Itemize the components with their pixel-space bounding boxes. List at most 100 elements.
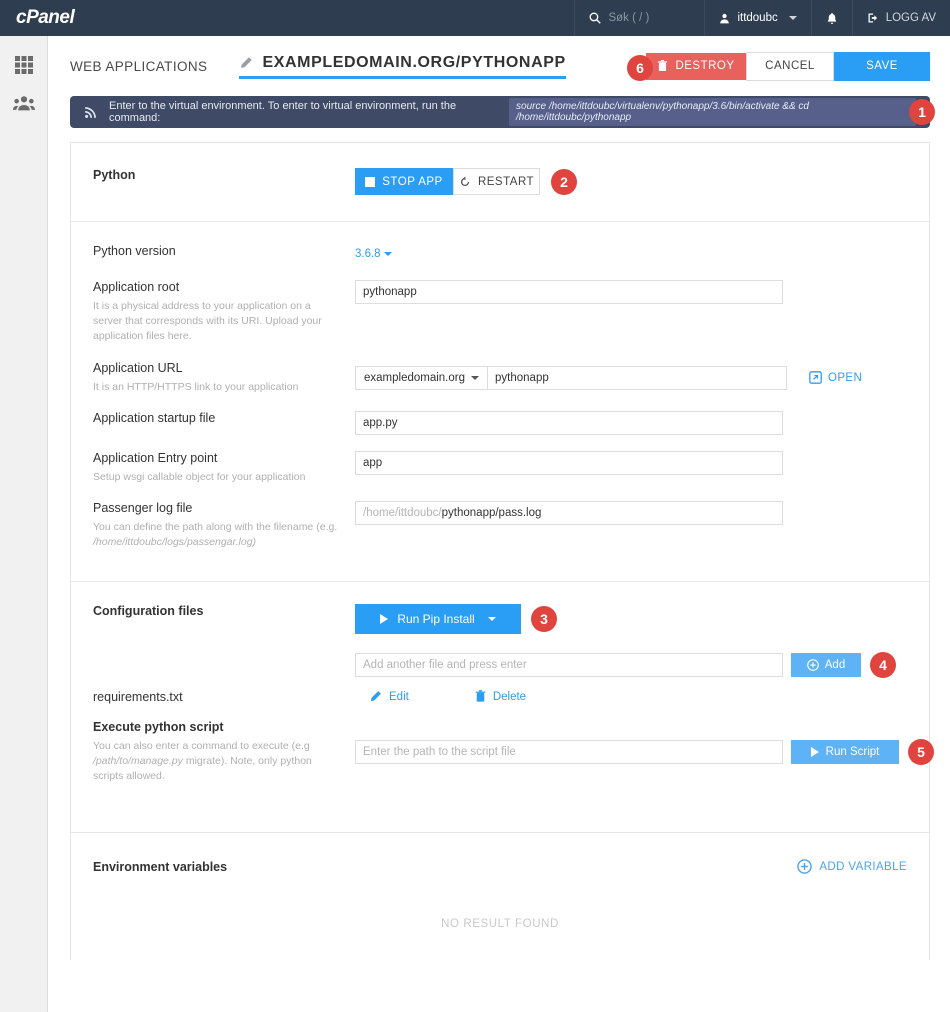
app-fields-section: Python version 3.6.8 Application root It… (71, 222, 929, 582)
add-file-label: Add (825, 659, 845, 671)
startup-file-input[interactable]: app.py (355, 411, 783, 435)
open-app-link[interactable]: OPEN (809, 371, 862, 384)
pencil-icon (369, 690, 382, 703)
passenger-log-hint-a: You can define the path along with the f… (93, 521, 337, 533)
app-url-field: exampledomain.org pythonapp OPEN (355, 361, 907, 395)
settings-panel: Python STOP APP RESTART 2 (70, 142, 930, 960)
user-menu[interactable]: ittdoubc (704, 0, 810, 36)
sidebar-item-users[interactable] (0, 84, 48, 122)
trash-icon (475, 690, 486, 703)
entry-point-field: app (355, 451, 907, 485)
execute-script-hint: You can also enter a command to execute … (93, 739, 341, 785)
trash-icon (657, 60, 668, 72)
file-actions: Edit Delete (355, 690, 907, 704)
passenger-log-prefix: /home/ittdoubc/ (363, 507, 442, 519)
execute-script-row: Execute python script You can also enter… (93, 720, 907, 785)
edit-file-button[interactable]: Edit (369, 690, 409, 703)
passenger-log-value: pythonapp/pass.log (442, 507, 542, 519)
sidebar-item-apps[interactable] (0, 46, 48, 84)
delete-file-button[interactable]: Delete (475, 690, 526, 703)
notice-command[interactable]: source /home/ittdoubc/virtualenv/pythona… (509, 98, 916, 126)
app-url-domain-select[interactable]: exampledomain.org (355, 366, 487, 390)
users-icon (13, 94, 35, 112)
add-file-group: Add another file and press enter Add 4 (355, 652, 907, 678)
requirements-file-name: requirements.txt (93, 690, 341, 704)
python-version-field: 3.6.8 (355, 244, 907, 262)
search-placeholder: Søk ( / ) (608, 12, 649, 24)
stop-square-icon (365, 177, 375, 187)
edit-label: Edit (389, 691, 409, 703)
search-box[interactable]: Søk ( / ) (574, 0, 704, 36)
app-url-path-input[interactable]: pythonapp (487, 366, 787, 390)
app-root-hint: It is a physical address to your applica… (93, 299, 341, 345)
logout-icon (867, 12, 879, 24)
startup-file-value: app.py (363, 417, 398, 429)
add-variable-label: ADD VARIABLE (819, 861, 907, 873)
left-sidebar (0, 36, 48, 1012)
page-title-group: EXAMPLEDOMAIN.ORG/PYTHONAPP (239, 54, 565, 79)
restart-button[interactable]: RESTART (453, 168, 540, 195)
startup-file-field: app.py (355, 411, 907, 435)
badge-5: 5 (908, 739, 934, 765)
environment-variables-section: Environment variables ADD VARIABLE NO RE… (71, 833, 929, 960)
config-files-row: Configuration files Run Pip Install 3 (93, 604, 907, 634)
destroy-button[interactable]: DESTROY (646, 53, 746, 80)
logout-button[interactable]: LOGG AV (852, 0, 950, 36)
add-file-button[interactable]: Add (791, 653, 861, 677)
python-section: Python STOP APP RESTART 2 (71, 143, 929, 222)
startup-file-label: Application startup file (93, 411, 341, 425)
user-icon (719, 13, 730, 24)
entry-point-value: app (363, 457, 382, 469)
page-title: EXAMPLEDOMAIN.ORG/PYTHONAPP (262, 54, 565, 72)
requirements-file-row: requirements.txt Edit Delete (93, 690, 907, 704)
execute-script-hint-b: /path/to/manage.py (93, 755, 183, 767)
cancel-button[interactable]: CANCEL (746, 52, 834, 81)
breadcrumb[interactable]: WEB APPLICATIONS (70, 59, 207, 74)
no-result-text: NO RESULT FOUND (93, 918, 907, 930)
passenger-log-label: Passenger log file (93, 501, 341, 515)
search-icon (589, 12, 601, 24)
configuration-section: Configuration files Run Pip Install 3 Ad… (71, 582, 929, 834)
pip-install-group: Run Pip Install 3 (355, 604, 907, 634)
add-variable-button[interactable]: ADD VARIABLE (797, 859, 907, 874)
delete-label: Delete (493, 691, 526, 703)
chevron-down-icon (384, 252, 392, 256)
entry-point-row: Application Entry point Setup wsgi calla… (93, 451, 907, 485)
badge-1: 1 (909, 99, 935, 125)
play-icon (811, 747, 819, 757)
restart-label: RESTART (478, 176, 534, 188)
save-button[interactable]: SAVE (834, 52, 930, 81)
run-pip-install-button[interactable]: Run Pip Install (355, 604, 521, 634)
script-path-placeholder: Enter the path to the script file (363, 746, 516, 758)
app-root-input[interactable]: pythonapp (355, 280, 783, 304)
startup-file-row: Application startup file app.py (93, 411, 907, 435)
stop-app-button[interactable]: STOP APP (355, 168, 453, 195)
entry-point-input[interactable]: app (355, 451, 783, 475)
add-file-input[interactable]: Add another file and press enter (355, 653, 783, 677)
app-root-label: Application root (93, 280, 341, 294)
app-root-field: pythonapp (355, 280, 907, 345)
logout-label: LOGG AV (886, 12, 936, 24)
chevron-down-icon (789, 16, 797, 20)
virtualenv-notice: Enter to the virtual environment. To ent… (70, 96, 930, 128)
add-file-row: Add another file and press enter Add 4 (93, 652, 907, 678)
script-path-input[interactable]: Enter the path to the script file (355, 740, 783, 764)
python-label-col: Python (93, 168, 355, 195)
top-navbar: cPanel Søk ( / ) ittdoubc LOGG AV (0, 0, 950, 36)
passenger-log-input[interactable]: /home/ittdoubc/pythonapp/pass.log (355, 501, 783, 525)
python-label: Python (93, 168, 341, 182)
app-root-row: Application root It is a physical addres… (93, 280, 907, 345)
entry-point-label: Application Entry point (93, 451, 341, 465)
run-script-button[interactable]: Run Script (791, 740, 899, 764)
execute-script-label: Execute python script (93, 720, 341, 734)
cpanel-logo[interactable]: cPanel (0, 7, 140, 29)
page-header: WEB APPLICATIONS EXAMPLEDOMAIN.ORG/PYTHO… (48, 36, 950, 96)
pencil-icon[interactable] (239, 56, 253, 70)
entry-point-hint: Setup wsgi callable object for your appl… (93, 470, 341, 485)
python-version-select[interactable]: 3.6.8 (355, 248, 392, 260)
stop-app-label: STOP APP (382, 176, 442, 188)
bell-icon (826, 12, 838, 25)
execute-script-hint-a: You can also enter a command to execute … (93, 740, 310, 752)
plus-circle-icon (807, 659, 819, 671)
notifications-button[interactable] (811, 0, 852, 36)
